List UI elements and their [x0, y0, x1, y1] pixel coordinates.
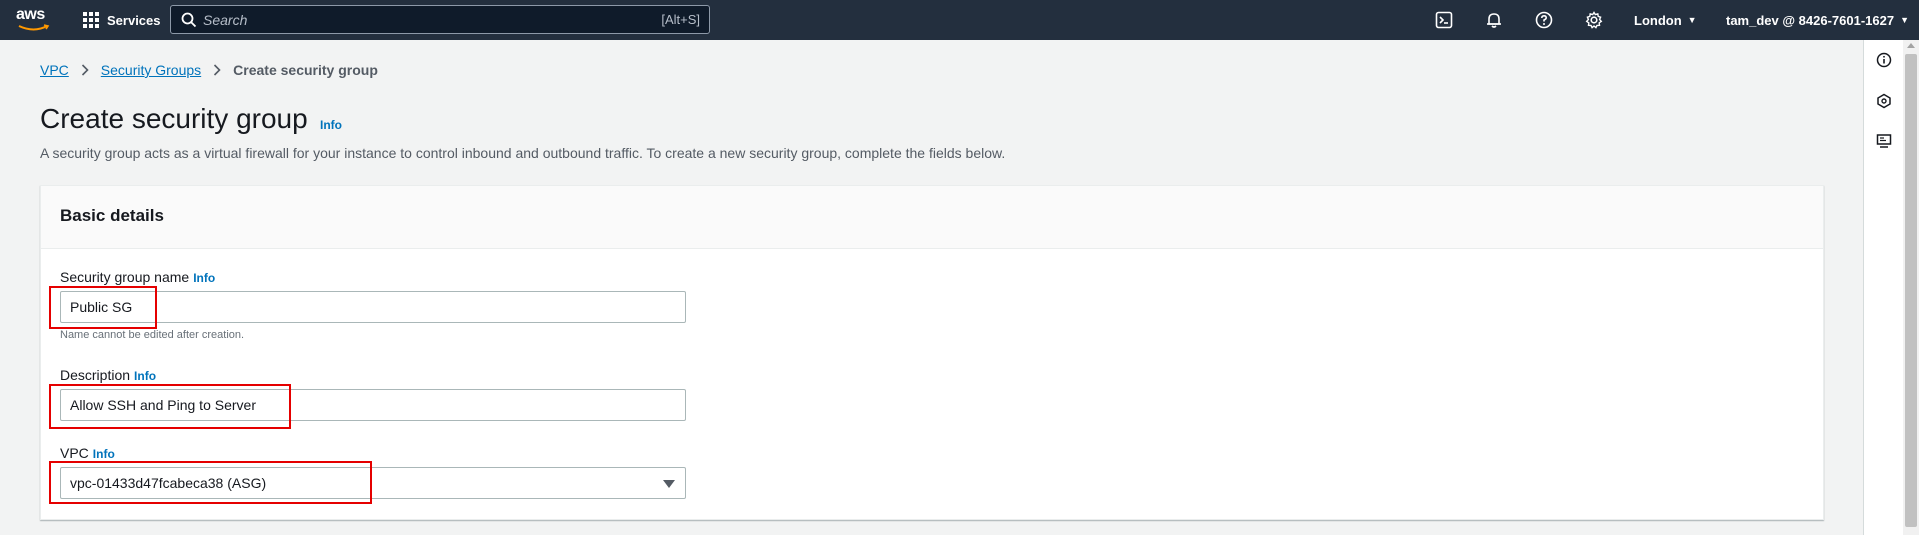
- top-navigation-bar: aws Services [Alt+S]: [0, 0, 1919, 40]
- dropdown-arrow-icon: [663, 480, 675, 488]
- help-icon[interactable]: [1533, 9, 1555, 31]
- security-group-name-info-link[interactable]: Info: [193, 271, 215, 285]
- search-box[interactable]: [Alt+S]: [170, 5, 710, 34]
- highlight-box-name: [49, 286, 157, 329]
- region-label: London: [1634, 12, 1682, 28]
- grid-icon: [83, 12, 99, 28]
- cloudshell-icon[interactable]: [1433, 9, 1455, 31]
- hexagon-resource-icon[interactable]: [1874, 91, 1894, 111]
- description-info-link[interactable]: Info: [134, 369, 156, 383]
- page-description: A security group acts as a virtual firew…: [40, 145, 1006, 161]
- description-label: Description Info: [60, 367, 156, 383]
- aws-smile-icon: [18, 24, 50, 31]
- page-info-link[interactable]: Info: [320, 118, 342, 132]
- vpc-info-link[interactable]: Info: [93, 447, 115, 461]
- breadcrumb: VPC Security Groups Create security grou…: [40, 62, 378, 78]
- breadcrumb-link-security-groups[interactable]: Security Groups: [101, 62, 201, 78]
- security-group-name-hint: Name cannot be edited after creation.: [60, 329, 245, 341]
- aws-logo[interactable]: aws: [16, 6, 52, 34]
- panel-title: Basic details: [60, 206, 164, 225]
- breadcrumb-link-vpc[interactable]: VPC: [40, 62, 69, 78]
- info-panel-icon[interactable]: [1874, 50, 1894, 70]
- highlight-box-vpc: [49, 461, 372, 504]
- settings-gear-icon[interactable]: [1583, 9, 1605, 31]
- security-group-name-label: Security group name Info: [60, 269, 215, 285]
- account-menu[interactable]: tam_dev @ 8426-7601-1627 ▼: [1726, 0, 1909, 40]
- scroll-thumb[interactable]: [1905, 54, 1917, 527]
- services-label: Services: [107, 12, 161, 28]
- panel-header: Basic details: [41, 186, 1823, 249]
- aws-logo-text: aws: [16, 6, 45, 23]
- caret-down-icon: ▼: [1900, 15, 1909, 25]
- page-scrollbar[interactable]: [1903, 40, 1919, 535]
- scroll-up-arrow-icon[interactable]: [1907, 43, 1915, 48]
- notifications-bell-icon[interactable]: [1483, 9, 1505, 31]
- feedback-monitor-icon[interactable]: [1874, 131, 1894, 151]
- security-group-name-label-text: Security group name: [60, 269, 190, 285]
- search-shortcut-hint: [Alt+S]: [661, 12, 700, 27]
- vpc-label: VPC Info: [60, 445, 115, 461]
- chevron-right-icon: [214, 64, 221, 76]
- search-icon: [181, 12, 197, 27]
- search-input[interactable]: [203, 11, 633, 28]
- highlight-box-description: [49, 384, 291, 429]
- chevron-right-icon: [81, 64, 89, 76]
- vpc-label-text: VPC: [60, 445, 89, 461]
- services-menu-button[interactable]: Services: [83, 0, 161, 40]
- description-label-text: Description: [60, 367, 131, 383]
- breadcrumb-current: Create security group: [233, 62, 378, 78]
- account-label: tam_dev @ 8426-7601-1627: [1726, 12, 1895, 28]
- caret-down-icon: ▼: [1687, 15, 1697, 25]
- right-utility-rail: [1863, 40, 1903, 535]
- region-selector[interactable]: London ▼: [1634, 0, 1697, 40]
- page-title: Create security group: [40, 103, 308, 134]
